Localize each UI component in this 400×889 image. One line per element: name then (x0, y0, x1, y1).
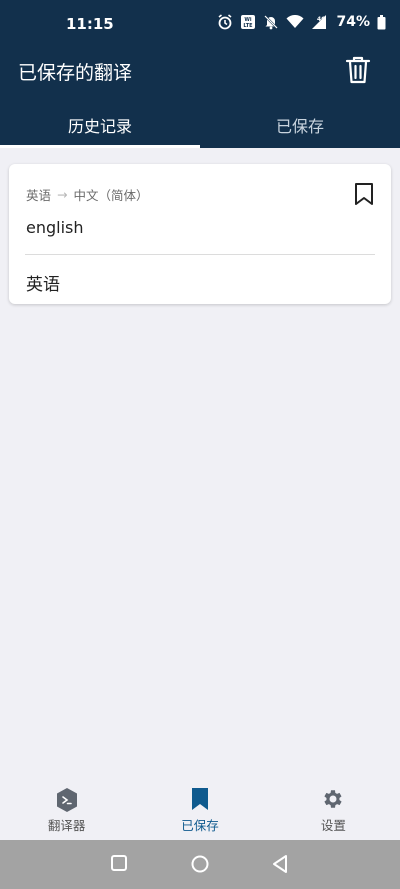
nav-label-translator: 翻译器 (47, 818, 86, 833)
tab-saved[interactable]: 已保存 (200, 98, 400, 148)
translation-card[interactable]: 英语 → 中文（简体） english 英语 (9, 164, 391, 304)
bookmark-button[interactable] (353, 182, 375, 206)
system-nav-bar (0, 840, 400, 889)
wifi-calling-icon: Wi LTE (240, 14, 256, 30)
status-time: 11:15 (66, 15, 114, 33)
source-text: english (26, 218, 84, 237)
status-bar: 11:15 Wi LTE 4G 74% (0, 0, 400, 50)
divider (25, 254, 375, 255)
bookmark-outline-icon (355, 183, 373, 205)
back-button[interactable] (271, 854, 289, 878)
triangle-back-icon (273, 855, 287, 873)
trash-icon (345, 56, 371, 84)
app-bar: 已保存的翻译 (0, 50, 400, 98)
home-button[interactable] (190, 854, 210, 878)
arrow-right-icon: → (57, 187, 68, 202)
source-language: 英语 (26, 188, 52, 203)
bottom-nav: 翻译器 已保存 设置 (0, 780, 400, 840)
svg-text:LTE: LTE (244, 23, 254, 29)
square-icon (111, 855, 127, 871)
language-pair: 英语 → 中文（简体） (26, 185, 149, 204)
translator-icon (55, 787, 79, 816)
signal-icon: 4G (311, 14, 329, 30)
translated-text: 英语 (26, 275, 60, 295)
tab-bar: 历史记录 已保存 (0, 98, 400, 148)
bookmark-icon (190, 787, 210, 814)
page-title: 已保存的翻译 (18, 62, 133, 84)
recents-button[interactable] (110, 854, 128, 876)
battery-percent: 74% (336, 14, 370, 30)
nav-item-saved[interactable]: 已保存 (133, 780, 266, 840)
circle-icon (191, 855, 209, 873)
nav-label-saved: 已保存 (181, 818, 219, 833)
wifi-icon (286, 15, 304, 29)
gear-icon (321, 787, 345, 814)
svg-text:4G: 4G (317, 16, 326, 23)
mute-icon (263, 14, 279, 30)
battery-icon (377, 14, 386, 30)
alarm-icon (217, 14, 233, 30)
target-language: 中文（简体） (73, 188, 149, 203)
nav-item-translator[interactable]: 翻译器 (0, 780, 133, 840)
nav-item-settings[interactable]: 设置 (267, 780, 400, 840)
tab-history[interactable]: 历史记录 (0, 98, 200, 148)
delete-button[interactable] (344, 55, 372, 85)
nav-label-settings: 设置 (320, 818, 346, 833)
status-icons: Wi LTE 4G 74% (217, 14, 386, 30)
